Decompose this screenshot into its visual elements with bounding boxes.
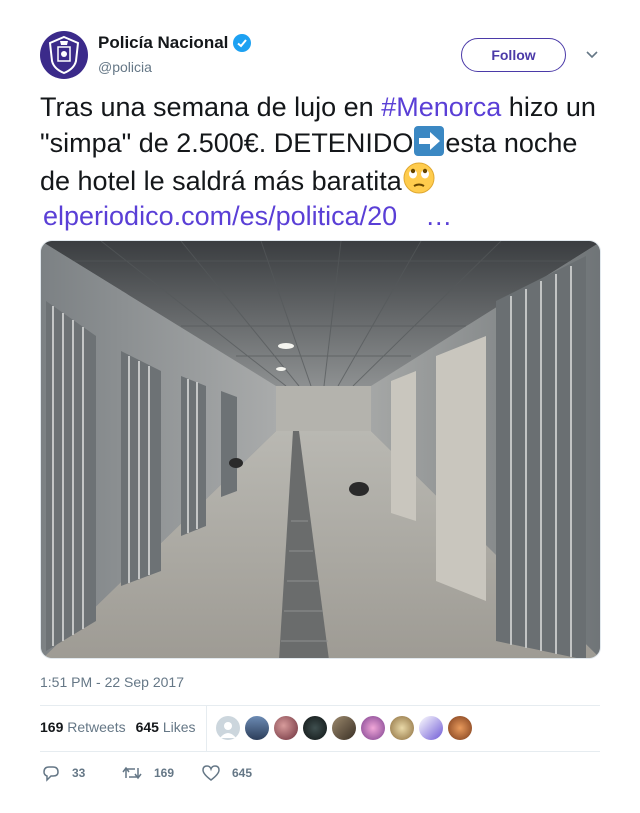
police-shield-icon <box>48 35 80 75</box>
right-arrow-emoji-icon <box>413 125 445 157</box>
liker-avatar[interactable] <box>245 716 269 740</box>
liker-avatar[interactable] <box>361 716 385 740</box>
verified-badge-icon <box>233 34 252 52</box>
eye-roll-face-emoji-icon <box>402 161 435 194</box>
tweet-actions: 33 169 645 <box>42 764 282 782</box>
link-ellipsis[interactable]: … <box>425 201 452 231</box>
like-count: 645 <box>232 766 253 780</box>
likes-stat[interactable]: 645 Likes <box>136 719 196 735</box>
liker-avatar[interactable] <box>332 716 356 740</box>
retweets-stat[interactable]: 169 Retweets <box>40 719 126 735</box>
reply-count: 33 <box>72 766 86 780</box>
liker-avatar[interactable] <box>216 716 240 740</box>
follow-button[interactable]: Follow <box>461 38 566 72</box>
account-name[interactable]: Policía Nacional <box>98 33 252 53</box>
account-name-text: Policía Nacional <box>98 33 229 52</box>
liker-avatar[interactable] <box>303 716 327 740</box>
retweet-icon <box>122 766 142 780</box>
tweet-photo[interactable] <box>40 240 601 659</box>
tweet-text: Tras una semana de lujo en #Menorca hizo… <box>40 90 600 234</box>
account-handle[interactable]: @policia <box>98 59 152 75</box>
account-avatar[interactable] <box>40 31 88 79</box>
engagement-stats: 169 Retweets 645 Likes <box>40 719 196 735</box>
liker-avatar[interactable] <box>448 716 472 740</box>
reply-icon <box>43 766 59 782</box>
retweets-count: 169 <box>40 719 64 735</box>
article-link[interactable]: elperiodico.com/es/politica/20 <box>43 201 397 231</box>
retweets-label: Retweets <box>67 719 126 735</box>
retweet-count: 169 <box>154 766 175 780</box>
likes-label: Likes <box>162 719 196 735</box>
reply-button[interactable]: 33 <box>42 764 122 782</box>
jail-corridor-photo <box>41 241 600 658</box>
divider <box>40 705 600 706</box>
heart-icon <box>202 765 220 781</box>
stats-divider <box>206 705 207 751</box>
chevron-down-icon[interactable] <box>584 46 600 62</box>
liker-avatar[interactable] <box>390 716 414 740</box>
likes-count: 645 <box>135 719 159 735</box>
liker-avatar[interactable] <box>419 716 443 740</box>
tweet-text-part1: Tras una semana de lujo en <box>40 92 382 122</box>
like-button[interactable]: 645 <box>202 764 282 782</box>
divider <box>40 751 600 752</box>
tweet-timestamp[interactable]: 1:51 PM - 22 Sep 2017 <box>40 674 184 690</box>
hashtag-link[interactable]: #Menorca <box>381 92 501 122</box>
retweet-button[interactable]: 169 <box>122 764 202 782</box>
likers-list <box>216 716 472 740</box>
liker-avatar[interactable] <box>274 716 298 740</box>
